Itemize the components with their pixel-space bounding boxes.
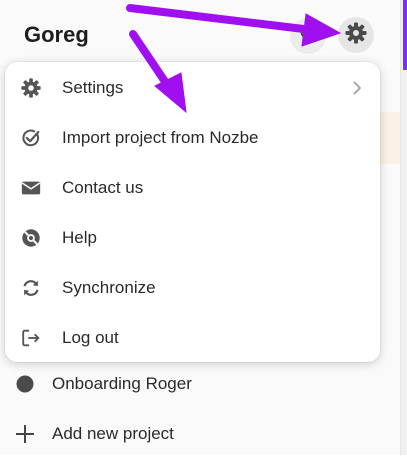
menu-item-label: Help [62,228,97,247]
life-ring-icon [19,226,43,250]
logout-icon [19,326,43,350]
project-dot-icon [14,373,36,395]
envelope-icon [19,176,43,200]
menu-item-contact-us[interactable]: Contact us [5,163,380,213]
accent-bar [403,0,407,70]
settings-dropdown-menu: Settings Import project from Nozbe Conta… [5,62,380,362]
content-highlight [380,112,400,164]
gear-icon [344,21,368,50]
menu-item-help[interactable]: Help [5,213,380,263]
menu-item-label: Synchronize [62,278,156,297]
search-button[interactable] [290,18,326,54]
add-new-project-button[interactable]: Add new project [0,411,400,457]
menu-item-label: Import project from Nozbe [62,128,259,147]
workspace-title: Goreg [24,22,89,47]
menu-item-settings[interactable]: Settings [5,63,380,113]
menu-item-synchronize[interactable]: Synchronize [5,263,380,313]
menu-item-import-nozbe[interactable]: Import project from Nozbe [5,113,380,163]
plus-icon [14,423,36,445]
project-label: Onboarding Roger [52,374,192,393]
add-project-label: Add new project [52,424,174,443]
settings-button[interactable] [338,17,374,53]
project-item-onboarding-roger[interactable]: Onboarding Roger [0,361,400,407]
menu-item-label: Log out [62,328,119,347]
menu-item-label: Contact us [62,178,144,197]
chevron-right-icon [350,81,364,95]
sync-icon [19,276,43,300]
search-icon [299,25,317,48]
menu-item-log-out[interactable]: Log out [5,313,380,363]
menu-item-label: Settings [62,78,124,97]
check-circle-icon [19,126,43,150]
gear-icon [19,76,43,100]
